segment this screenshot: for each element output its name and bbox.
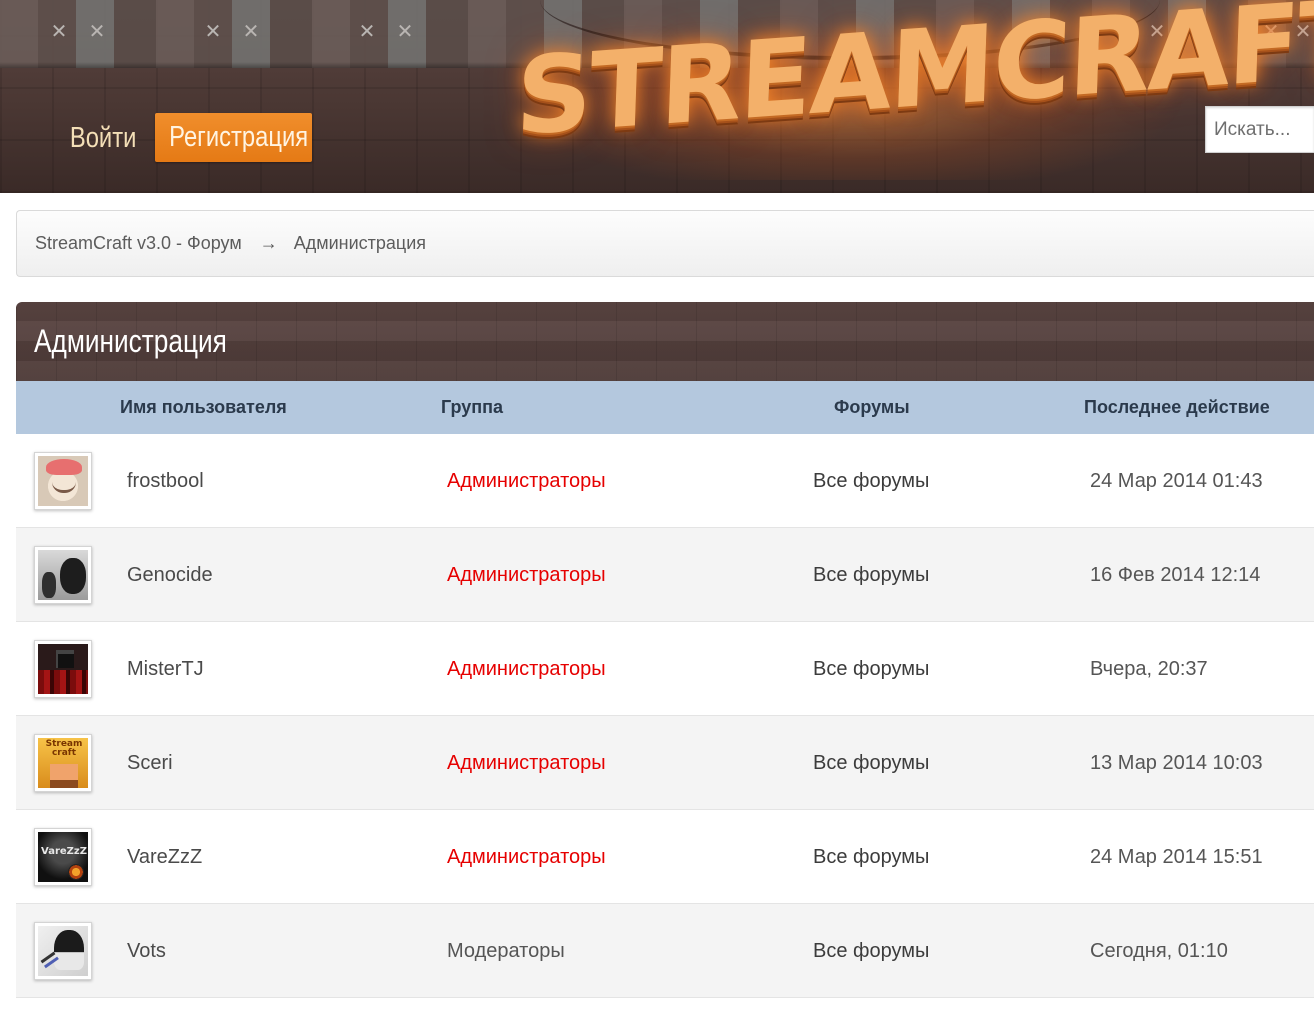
last-action-time: 13 Мар 2014 10:03 (1090, 752, 1263, 774)
decor-cross-icon: ✕ (50, 19, 68, 43)
username-link[interactable]: frostbool (127, 434, 204, 528)
avatar[interactable] (34, 828, 92, 886)
table-row: frostbool Администраторы Все форумы 24 М… (16, 434, 1314, 528)
avatar-image (38, 738, 88, 788)
table-row: VareZzZ Администраторы Все форумы 24 Мар… (16, 810, 1314, 904)
table-row: Genocide Администраторы Все форумы 16 Фе… (16, 528, 1314, 622)
group-label: Администраторы (447, 752, 606, 774)
avatar[interactable] (34, 640, 92, 698)
group-label: Администраторы (447, 470, 606, 492)
table-row: Sceri Администраторы Все форумы 13 Мар 2… (16, 716, 1314, 810)
last-action-time: Вчера, 20:37 (1090, 658, 1208, 680)
avatar[interactable] (34, 452, 92, 510)
username-link[interactable]: Vots (127, 904, 166, 998)
group-label: Администраторы (447, 564, 606, 586)
username-link[interactable]: MisterTJ (127, 622, 204, 716)
forums-label: Все форумы (813, 564, 930, 586)
search-box[interactable] (1205, 106, 1314, 153)
table-header: Имя пользователя Группа Форумы Последнее… (16, 381, 1314, 434)
panel-header: Администрация (16, 302, 1314, 381)
group-label: Администраторы (447, 846, 606, 868)
page-title: Администрация (34, 323, 227, 359)
forums-label: Все форумы (813, 752, 930, 774)
decor-cross-icon: ✕ (88, 19, 106, 43)
group-label: Модераторы (447, 940, 565, 962)
avatar-image (38, 456, 88, 506)
register-button-label: Регистрация (169, 121, 309, 153)
table-row: Vots Модераторы Все форумы Сегодня, 01:1… (16, 904, 1314, 998)
last-action-time: 24 Мар 2014 15:51 (1090, 846, 1263, 868)
login-link[interactable]: Войти (60, 114, 146, 162)
decor-cross-icon: ✕ (204, 19, 222, 43)
forums-label: Все форумы (813, 658, 930, 680)
avatar[interactable] (34, 546, 92, 604)
column-header-group: Группа (441, 397, 504, 417)
avatar-image (38, 644, 88, 694)
staff-table: frostbool Администраторы Все форумы 24 М… (16, 434, 1314, 998)
group-label: Администраторы (447, 658, 606, 680)
last-action-time: 16 Фев 2014 12:14 (1090, 564, 1261, 586)
username-link[interactable]: Sceri (127, 716, 173, 810)
search-input[interactable] (1206, 107, 1314, 152)
decor-cross-icon: ✕ (242, 19, 260, 43)
breadcrumb-forum-root[interactable]: StreamCraft v3.0 - Форум (35, 233, 242, 254)
avatar[interactable] (34, 922, 92, 980)
avatar[interactable] (34, 734, 92, 792)
column-header-forums: Форумы (834, 397, 910, 417)
last-action-time: Сегодня, 01:10 (1090, 940, 1228, 962)
avatar-image (38, 832, 88, 882)
table-row: MisterTJ Администраторы Все форумы Вчера… (16, 622, 1314, 716)
column-header-username: Имя пользователя (120, 397, 287, 417)
column-header-last-action: Последнее действие (1084, 397, 1270, 417)
breadcrumb-arrow-icon: → (259, 233, 278, 253)
breadcrumb-current[interactable]: Администрация (294, 233, 426, 254)
forums-label: Все форумы (813, 846, 930, 868)
username-link[interactable]: Genocide (127, 528, 213, 622)
forums-label: Все форумы (813, 470, 930, 492)
username-link[interactable]: VareZzZ (127, 810, 202, 904)
breadcrumb: StreamCraft v3.0 - Форум → Администрация (16, 210, 1314, 277)
last-action-time: 24 Мар 2014 01:43 (1090, 470, 1263, 492)
avatar-image (38, 550, 88, 600)
decor-cross-icon: ✕ (396, 19, 414, 43)
site-header: ✕ ✕ ✕ ✕ ✕ ✕ ✕ ✕ ✕ STREAMCRAFT Войти Реги… (0, 0, 1314, 193)
avatar-image (38, 926, 88, 976)
register-button[interactable]: Регистрация (155, 113, 312, 162)
decor-cross-icon: ✕ (358, 19, 376, 43)
forums-label: Все форумы (813, 940, 930, 962)
